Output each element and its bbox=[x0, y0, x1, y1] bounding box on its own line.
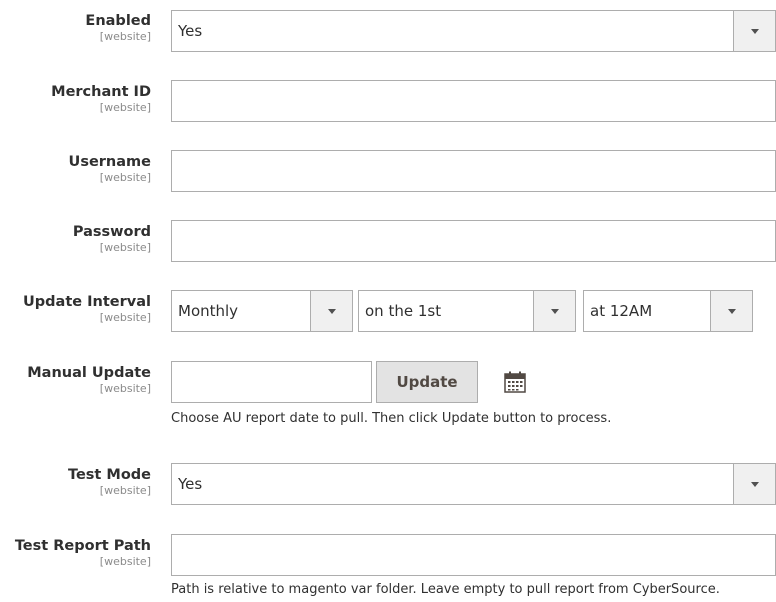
day-select[interactable]: on the 1st bbox=[358, 290, 576, 332]
enabled-select-value: Yes bbox=[178, 22, 203, 40]
calendar-icon[interactable] bbox=[503, 371, 527, 393]
field-label: Test Mode [website] bbox=[0, 466, 151, 498]
field-label-text: Update Interval bbox=[23, 294, 151, 310]
scope-label: [website] bbox=[99, 101, 151, 114]
username-input[interactable] bbox=[171, 150, 776, 192]
frequency-select[interactable]: Monthly bbox=[171, 290, 353, 332]
time-dropdown-button[interactable] bbox=[710, 291, 752, 331]
field-label: Password [website] bbox=[0, 223, 151, 255]
test-mode-select[interactable]: Yes bbox=[171, 463, 776, 505]
field-label: Manual Update [website] bbox=[0, 364, 151, 396]
field-label-text: Password bbox=[72, 224, 151, 240]
field-label-text: Manual Update bbox=[27, 365, 151, 381]
field-label-text: Username bbox=[68, 154, 151, 170]
test-mode-select-value: Yes bbox=[178, 475, 203, 493]
chevron-down-icon bbox=[750, 482, 759, 487]
time-select[interactable]: at 12AM bbox=[583, 290, 753, 332]
scope-label: [website] bbox=[99, 555, 151, 568]
frequency-dropdown-button[interactable] bbox=[310, 291, 352, 331]
field-label-text: Test Mode bbox=[67, 467, 151, 483]
chevron-down-icon bbox=[727, 309, 736, 314]
field-label-text: Enabled bbox=[85, 13, 151, 29]
test-report-path-note: Path is relative to magento var folder. … bbox=[171, 582, 720, 597]
enabled-select[interactable]: Yes bbox=[171, 10, 776, 52]
update-button[interactable]: Update bbox=[376, 361, 478, 403]
field-label-text: Test Report Path bbox=[14, 538, 151, 554]
merchant-id-input[interactable] bbox=[171, 80, 776, 122]
password-input[interactable] bbox=[171, 220, 776, 262]
chevron-down-icon bbox=[550, 309, 559, 314]
field-label-text: Merchant ID bbox=[51, 84, 151, 100]
scope-label: [website] bbox=[99, 311, 151, 324]
chevron-down-icon bbox=[327, 309, 336, 314]
scope-label: [website] bbox=[99, 484, 151, 497]
test-mode-dropdown-button[interactable] bbox=[733, 464, 775, 504]
manual-update-note: Choose AU report date to pull. Then clic… bbox=[171, 411, 612, 426]
scope-label: [website] bbox=[99, 30, 151, 43]
field-label: Merchant ID [website] bbox=[0, 83, 151, 115]
day-select-value: on the 1st bbox=[365, 302, 442, 320]
field-label: Test Report Path [website] bbox=[0, 537, 151, 569]
chevron-down-icon bbox=[750, 29, 759, 34]
manual-update-date-input[interactable] bbox=[171, 361, 526, 403]
scope-label: [website] bbox=[99, 382, 151, 395]
day-dropdown-button[interactable] bbox=[533, 291, 575, 331]
frequency-select-value: Monthly bbox=[178, 302, 239, 320]
time-select-value: at 12AM bbox=[590, 302, 653, 320]
enabled-dropdown-button[interactable] bbox=[733, 11, 775, 51]
field-label: Enabled [website] bbox=[0, 12, 151, 44]
test-report-path-input[interactable] bbox=[171, 534, 776, 576]
scope-label: [website] bbox=[99, 171, 151, 184]
scope-label: [website] bbox=[99, 241, 151, 254]
field-label: Username [website] bbox=[0, 153, 151, 185]
field-label: Update Interval [website] bbox=[0, 293, 151, 325]
